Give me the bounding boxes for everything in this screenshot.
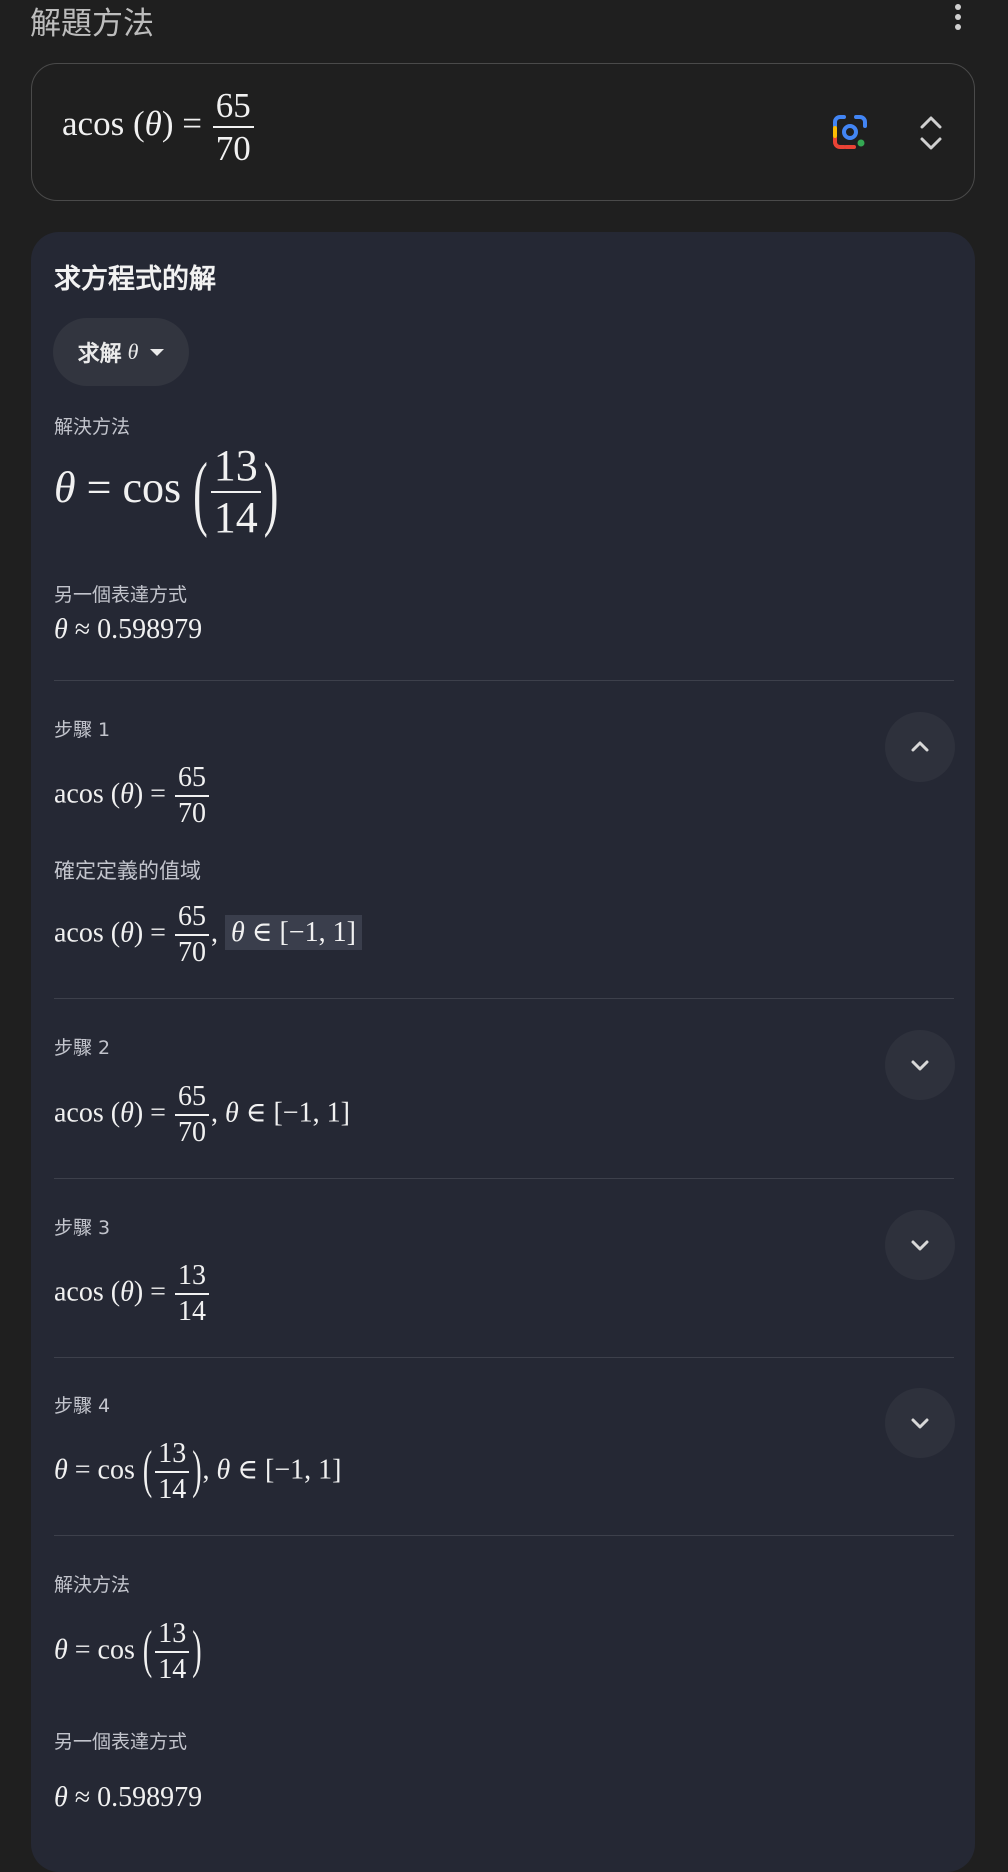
step-3-expand-button[interactable] bbox=[885, 1210, 955, 1280]
divider bbox=[54, 998, 954, 999]
step-2-label: 步驟 2 bbox=[54, 1037, 111, 1059]
final-alt-label: 另一個表達方式 bbox=[54, 1731, 188, 1753]
more-vert-icon[interactable] bbox=[944, 0, 972, 34]
chevron-up-icon bbox=[911, 741, 929, 752]
step-1-math: acos (θ) = 65 70 bbox=[54, 764, 211, 828]
step-2-math: acos (θ) = 65 70, θ ∈ [−1, 1] bbox=[54, 1081, 350, 1148]
dropdown-caret-icon bbox=[150, 348, 165, 356]
divider bbox=[54, 1178, 954, 1179]
divider bbox=[54, 1535, 954, 1536]
final-solution-math: θ = cos (13 14) bbox=[54, 1618, 202, 1685]
solve-for-dropdown[interactable]: 求解 θ bbox=[53, 318, 189, 386]
solve-for-label: 求解 bbox=[77, 342, 122, 367]
card-title: 求方程式的解 bbox=[54, 264, 216, 295]
step-3-label: 步驟 3 bbox=[54, 1217, 111, 1239]
chevron-down-icon bbox=[911, 1060, 929, 1071]
step-1-note: 確定定義的值域 bbox=[54, 859, 201, 883]
solve-for-var: θ bbox=[127, 339, 139, 364]
unfold-icon[interactable] bbox=[917, 113, 945, 153]
step-3-math: acos (θ) = 13 14 bbox=[54, 1262, 211, 1326]
google-lens-icon[interactable] bbox=[832, 114, 868, 150]
step-1-collapse-button[interactable] bbox=[885, 712, 955, 782]
solution-math: θ = cos (13 14) bbox=[54, 441, 279, 542]
step-2-expand-button[interactable] bbox=[885, 1030, 955, 1100]
chevron-down-icon bbox=[911, 1418, 929, 1429]
solution-label: 解決方法 bbox=[54, 416, 131, 438]
domain-highlight: θ ∈ [−1, 1] bbox=[224, 915, 362, 951]
step-4-expand-button[interactable] bbox=[885, 1388, 955, 1458]
step-4-math: θ = cos (13 14), θ ∈ [−1, 1] bbox=[54, 1438, 342, 1505]
alt-form-value: θ ≈ 0.598979 bbox=[54, 614, 203, 645]
alt-form-label: 另一個表達方式 bbox=[54, 584, 188, 606]
divider bbox=[54, 680, 954, 681]
step-4-label: 步驟 4 bbox=[54, 1395, 111, 1417]
chevron-down-icon bbox=[911, 1240, 929, 1251]
page-title: 解題方法 bbox=[30, 6, 154, 42]
equation-display: acos (θ) = 65 70 bbox=[62, 88, 256, 166]
final-alt-value: θ ≈ 0.598979 bbox=[54, 1782, 203, 1813]
step-1-domain-math: acos (θ) = 65 70, θ ∈ [−1, 1] bbox=[54, 903, 362, 967]
divider bbox=[54, 1357, 954, 1358]
final-solution-label: 解決方法 bbox=[54, 1574, 131, 1596]
step-1-label: 步驟 1 bbox=[54, 719, 111, 741]
